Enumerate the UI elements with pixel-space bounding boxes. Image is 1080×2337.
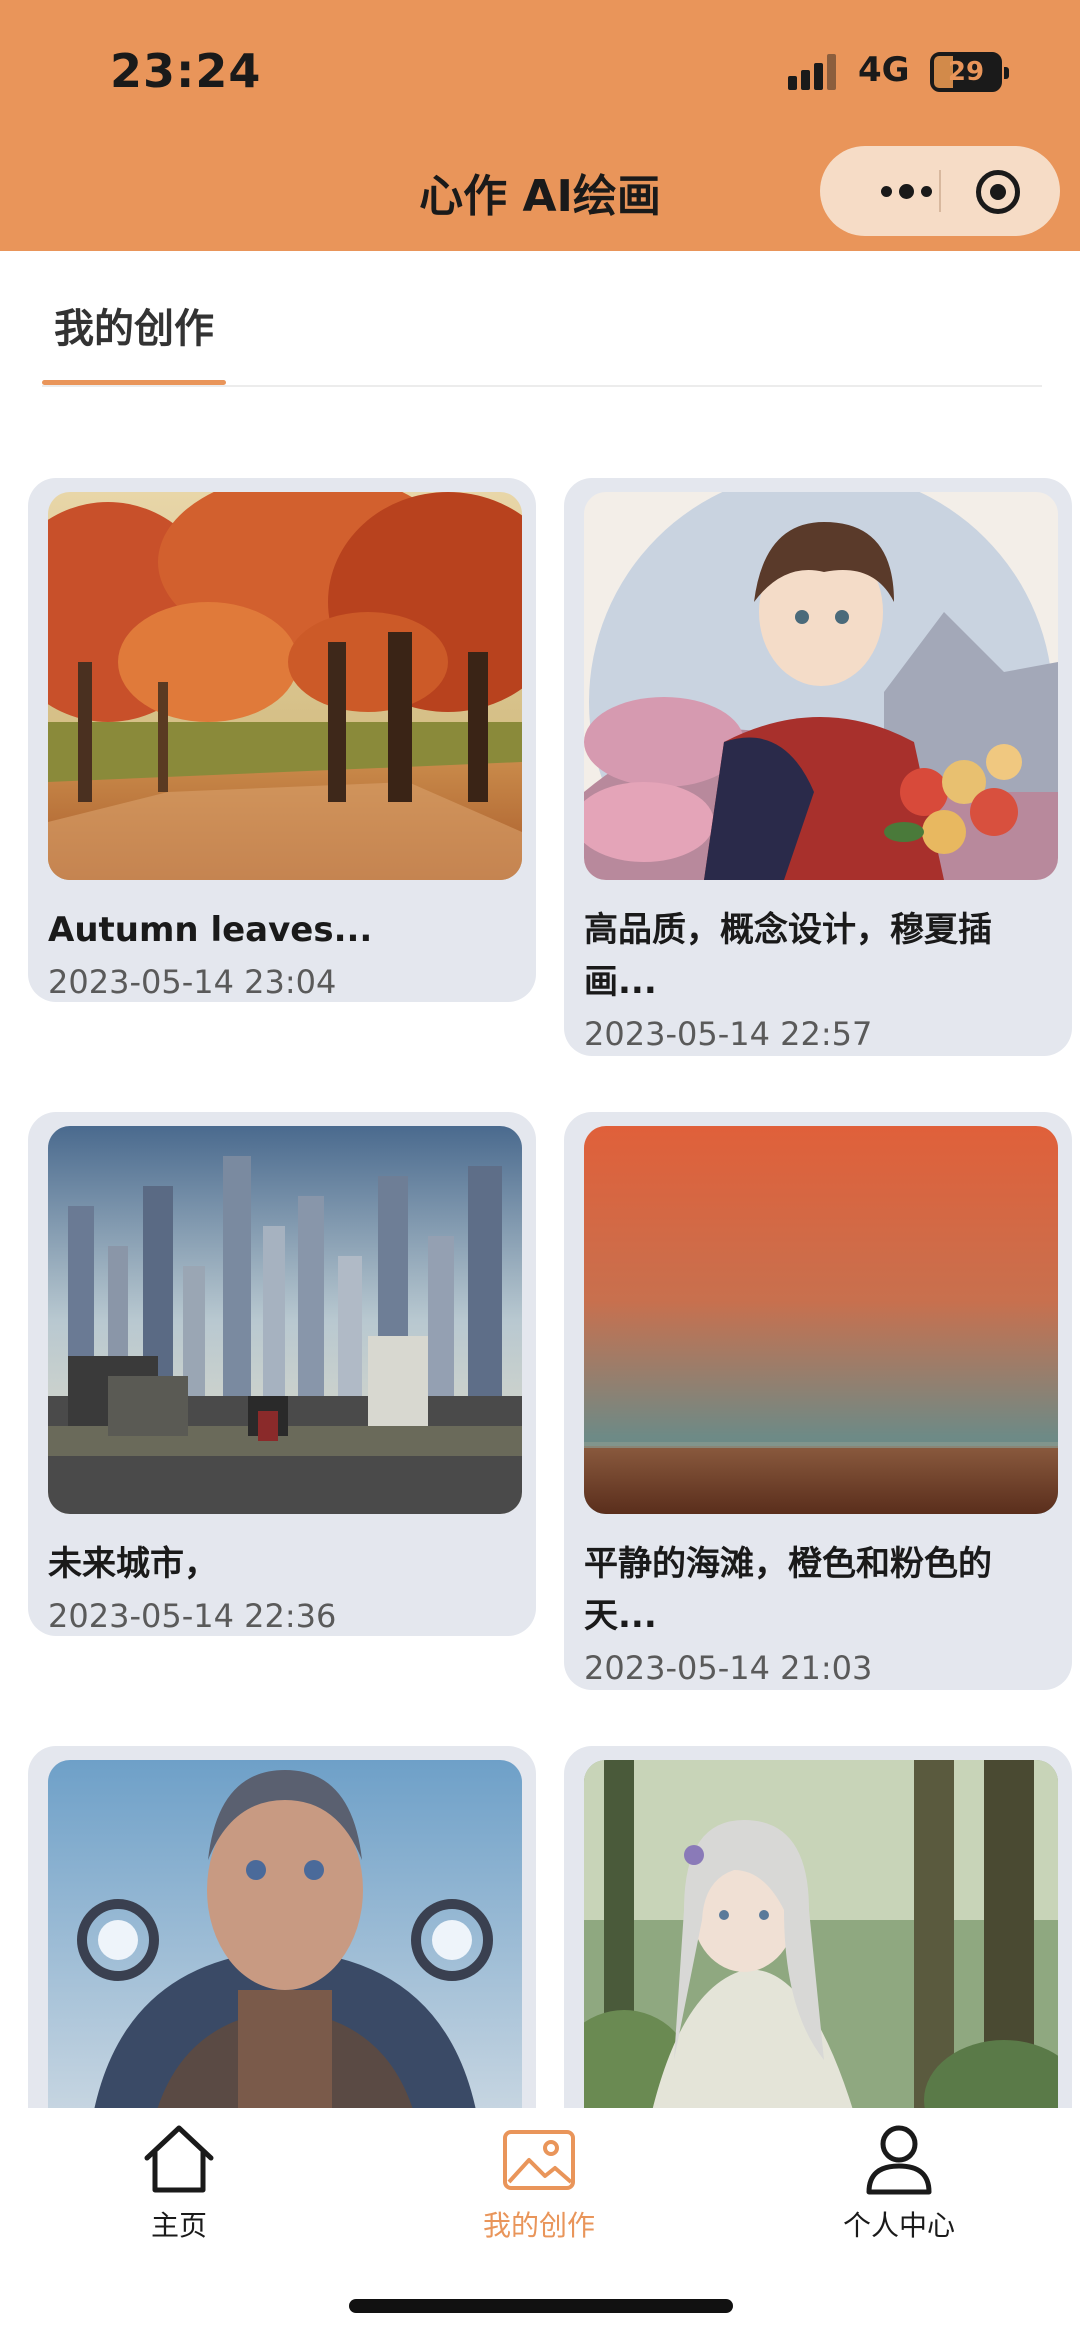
artwork-image-city[interactable] — [48, 1126, 522, 1514]
artwork-image-autumn[interactable] — [48, 492, 522, 880]
artwork-date: 2023-05-14 22:57 — [584, 1015, 873, 1053]
artwork-title: 高品质，概念设计，穆夏插画... — [584, 910, 992, 1002]
image-icon — [503, 2130, 575, 2190]
artwork-card[interactable]: 未来城市， 2023-05-14 22:36 — [28, 1112, 536, 1636]
battery-level: 29 — [947, 57, 985, 87]
signal-icon — [788, 54, 840, 90]
artwork-image-forest-girl[interactable] — [584, 1760, 1058, 2148]
artwork-image-anime-boy[interactable] — [584, 492, 1058, 880]
nav-item-home[interactable]: 主页 — [69, 2122, 289, 2244]
nav-label-home: 主页 — [150, 2209, 207, 2242]
battery-icon: 29 — [930, 52, 1009, 92]
artwork-image-cyborg[interactable] — [48, 1760, 522, 2148]
app-screen: 23:24 4G 29 心作 AI绘画 我的创作 Autumn leaves..… — [0, 0, 1080, 2337]
more-dots-icon[interactable] — [856, 146, 956, 236]
nav-item-my-creations[interactable]: 我的创作 — [429, 2122, 649, 2244]
user-icon — [866, 2125, 932, 2195]
capsule-divider — [939, 170, 941, 212]
status-time: 23:24 — [110, 44, 262, 98]
artwork-date: 2023-05-14 23:04 — [48, 963, 337, 1001]
home-indicator[interactable] — [349, 2299, 733, 2313]
header-bar: 23:24 4G 29 心作 AI绘画 — [0, 0, 1080, 251]
tab-active-indicator — [42, 380, 226, 385]
artwork-card[interactable]: Autumn leaves... 2023-05-14 23:04 — [28, 478, 536, 1002]
artwork-title: 未来城市， — [48, 1544, 218, 1584]
nav-label-profile: 个人中心 — [842, 2209, 955, 2242]
artwork-card[interactable]: 平静的海滩，橙色和粉色的天... 2023-05-14 21:03 — [564, 1112, 1072, 1690]
artwork-date: 2023-05-14 22:36 — [48, 1597, 337, 1635]
target-circle-icon[interactable] — [976, 170, 1020, 214]
artwork-card[interactable]: 高品质，概念设计，穆夏插画... 2023-05-14 22:57 — [564, 478, 1072, 1056]
nav-label-my-creations: 我的创作 — [482, 2209, 595, 2242]
artwork-title: Autumn leaves... — [48, 910, 373, 950]
artwork-title: 平静的海滩，橙色和粉色的天... — [584, 1544, 992, 1636]
tab-my-creations[interactable]: 我的创作 — [54, 296, 214, 354]
nav-item-profile[interactable]: 个人中心 — [789, 2122, 1009, 2244]
artwork-image-beach[interactable] — [584, 1126, 1058, 1514]
tab-divider — [42, 385, 1042, 387]
mini-program-capsule — [820, 146, 1060, 236]
artwork-date: 2023-05-14 21:03 — [584, 1649, 873, 1687]
home-icon — [144, 2125, 214, 2193]
network-type: 4G — [858, 50, 910, 90]
